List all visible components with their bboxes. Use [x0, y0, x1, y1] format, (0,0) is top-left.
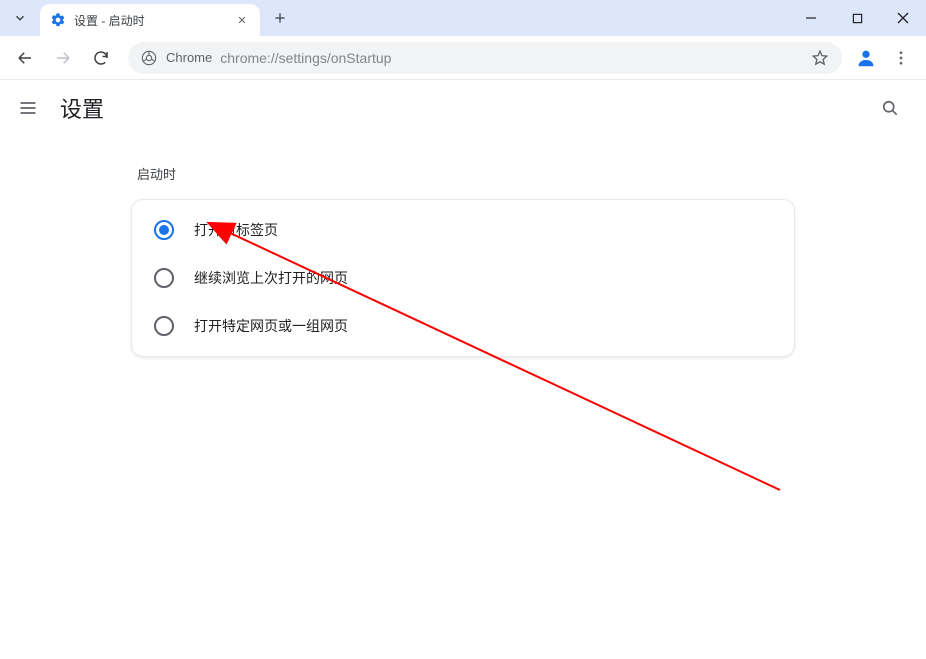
browser-toolbar: Chrome chrome://settings/onStartup — [0, 36, 926, 80]
startup-options-card: 打开新标签页 继续浏览上次打开的网页 打开特定网页或一组网页 — [131, 199, 795, 357]
minimize-icon — [805, 12, 817, 24]
chrome-logo-icon — [140, 49, 158, 67]
maximize-button[interactable] — [834, 0, 880, 36]
radio-icon — [154, 220, 174, 240]
more-vertical-icon — [892, 49, 910, 67]
window-controls — [788, 0, 926, 36]
section-label: 启动时 — [137, 164, 795, 183]
star-icon — [811, 49, 829, 67]
profile-button[interactable] — [852, 44, 880, 72]
close-icon[interactable] — [234, 12, 250, 28]
settings-menu-button[interactable] — [16, 96, 40, 120]
option-label: 打开特定网页或一组网页 — [194, 316, 348, 336]
page-title: 设置 — [60, 92, 104, 124]
hamburger-icon — [18, 98, 38, 118]
address-bar[interactable]: Chrome chrome://settings/onStartup — [128, 42, 842, 74]
browser-tab[interactable]: 设置 - 启动时 — [40, 4, 260, 36]
browser-menu-button[interactable] — [884, 41, 918, 75]
settings-content: 启动时 打开新标签页 继续浏览上次打开的网页 打开特定网页或一组网页 — [123, 164, 803, 357]
settings-header: 设置 — [0, 80, 926, 136]
tab-search-button[interactable] — [6, 4, 34, 32]
option-continue[interactable]: 继续浏览上次打开的网页 — [132, 254, 794, 302]
reload-icon — [92, 49, 110, 67]
url-text: chrome://settings/onStartup — [220, 50, 802, 66]
arrow-right-icon — [54, 49, 72, 67]
bookmark-button[interactable] — [810, 48, 830, 68]
close-icon — [897, 12, 909, 24]
person-icon — [855, 47, 877, 69]
radio-icon — [154, 268, 174, 288]
search-icon — [880, 98, 900, 118]
scheme-label: Chrome — [166, 50, 212, 65]
forward-button[interactable] — [46, 41, 80, 75]
browser-titlebar: 设置 - 启动时 — [0, 0, 926, 36]
maximize-icon — [852, 13, 863, 24]
tab-title: 设置 - 启动时 — [74, 12, 226, 29]
option-label: 打开新标签页 — [194, 220, 278, 240]
arrow-left-icon — [16, 49, 34, 67]
settings-search-button[interactable] — [870, 88, 910, 128]
close-window-button[interactable] — [880, 0, 926, 36]
new-tab-button[interactable] — [266, 4, 294, 32]
minimize-button[interactable] — [788, 0, 834, 36]
page-body: 设置 启动时 打开新标签页 继续浏览上次打开的网页 打开特定网页或一组网页 — [0, 80, 926, 659]
option-specific-pages[interactable]: 打开特定网页或一组网页 — [132, 302, 794, 350]
reload-button[interactable] — [84, 41, 118, 75]
option-new-tab[interactable]: 打开新标签页 — [132, 206, 794, 254]
gear-icon — [50, 12, 66, 28]
back-button[interactable] — [8, 41, 42, 75]
chevron-down-icon — [13, 11, 27, 25]
radio-icon — [154, 316, 174, 336]
option-label: 继续浏览上次打开的网页 — [194, 268, 348, 288]
plus-icon — [273, 11, 287, 25]
